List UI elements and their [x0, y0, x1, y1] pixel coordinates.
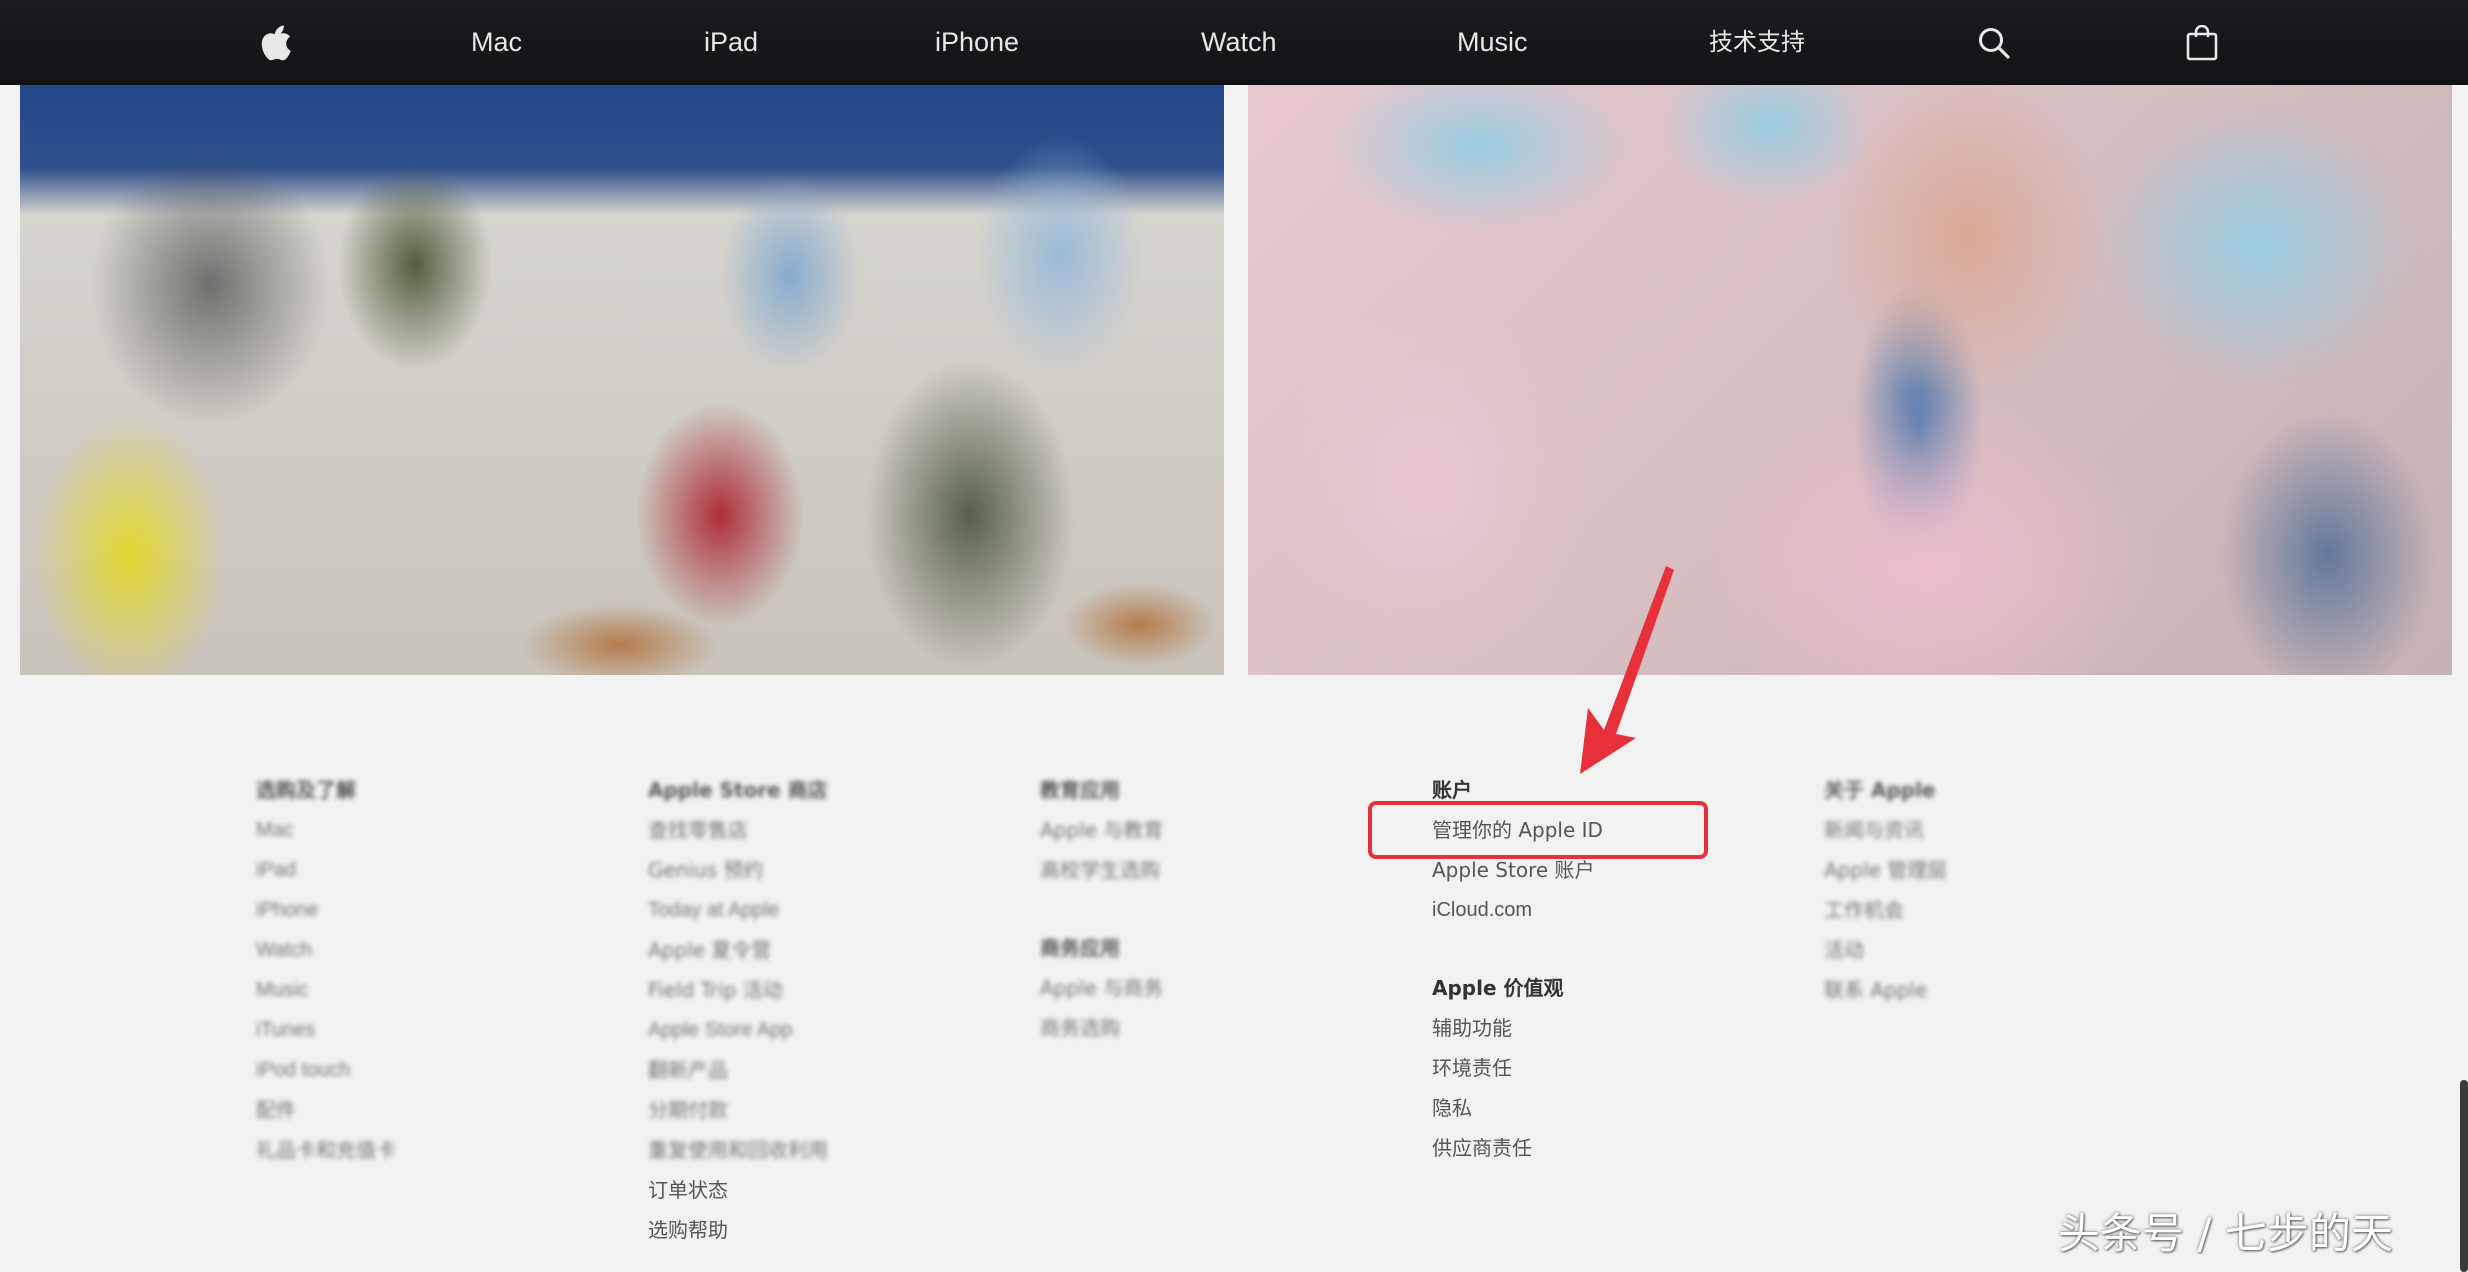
footer-link[interactable]: 重复使用和回收利用 [648, 1130, 828, 1170]
footer-link[interactable]: iPhone [256, 890, 396, 930]
footer-link[interactable]: 选购帮助 [648, 1210, 828, 1250]
footer-link[interactable]: 订单状态 [648, 1170, 828, 1210]
footer-link[interactable]: Music [256, 970, 396, 1010]
highlight-box [1368, 801, 1708, 859]
footer-link[interactable]: Mac [256, 810, 396, 850]
apple-logo-icon[interactable] [258, 0, 292, 85]
red-arrow-icon [1580, 566, 1674, 774]
footer-link[interactable]: 高校学生选购 [1040, 850, 1163, 890]
footer-heading: 选购及了解 [256, 778, 356, 802]
footer-column-education: 教育应用 Apple 与教育 高校学生选购 商务应用 Apple 与商务 商务选… [1040, 770, 1163, 1048]
footer-heading: Apple Store 商店 [648, 778, 828, 802]
shopping-bag-icon[interactable] [2186, 0, 2218, 85]
footer-link[interactable]: 联系 Apple [1824, 970, 1947, 1010]
footer-link[interactable]: 查找零售店 [648, 810, 828, 850]
nav-item-watch[interactable]: Watch [1201, 0, 1277, 85]
footer-link[interactable]: 活动 [1824, 930, 1947, 970]
environment-link[interactable]: 环境责任 [1432, 1048, 1603, 1088]
nav-item-mac[interactable]: Mac [471, 0, 522, 85]
footer-heading: 教育应用 [1040, 778, 1120, 802]
scrollbar-thumb[interactable] [2460, 1080, 2468, 1272]
footer-link[interactable]: Today at Apple [648, 890, 828, 930]
footer-link[interactable]: Apple 与商务 [1040, 968, 1163, 1008]
footer-column-shop: 选购及了解 Mac iPad iPhone Watch Music iTunes… [256, 770, 396, 1170]
supplier-responsibility-link[interactable]: 供应商责任 [1432, 1128, 1603, 1168]
nav-item-iphone[interactable]: iPhone [935, 0, 1019, 85]
accessibility-link[interactable]: 辅助功能 [1432, 1008, 1603, 1048]
global-nav: Mac iPad iPhone Watch Music 技术支持 [0, 0, 2468, 85]
footer-link[interactable]: Apple Store App [648, 1010, 828, 1050]
footer-link[interactable]: 分期付款 [648, 1090, 828, 1130]
footer-link[interactable]: 工作机会 [1824, 890, 1947, 930]
footer-heading: Apple 价值观 [1432, 976, 1564, 1000]
footer-column-apple-store: Apple Store 商店 查找零售店 Genius 预约 Today at … [648, 770, 828, 1250]
footer-link[interactable]: iPod touch [256, 1050, 396, 1090]
promo-image-today-at-apple[interactable] [20, 85, 1224, 675]
footer-heading: 商务应用 [1040, 936, 1120, 960]
footer-link[interactable]: 翻新产品 [648, 1050, 828, 1090]
footer-link[interactable]: iTunes [256, 1010, 396, 1050]
footer-link[interactable]: Field Trip 活动 [648, 970, 828, 1010]
nav-item-support[interactable]: 技术支持 [1709, 0, 1805, 85]
footer-column-about: 关于 Apple 新闻与资讯 Apple 管理层 工作机会 活动 联系 Appl… [1824, 770, 1947, 1010]
footer-link[interactable]: Apple 管理层 [1824, 850, 1947, 890]
footer-link[interactable]: Genius 预约 [648, 850, 828, 890]
footer-link[interactable]: iPad [256, 850, 396, 890]
footer-link[interactable]: Apple 与教育 [1040, 810, 1163, 850]
footer-link[interactable]: 礼品卡和充值卡 [256, 1130, 396, 1170]
footer-link[interactable]: 商务选购 [1040, 1008, 1163, 1048]
privacy-link[interactable]: 隐私 [1432, 1088, 1603, 1128]
search-icon[interactable] [1977, 0, 2011, 85]
watermark: 头条号 / 七步的天 [2058, 1209, 2393, 1258]
nav-item-music[interactable]: Music [1457, 0, 1528, 85]
footer-link[interactable]: Apple 夏令营 [648, 930, 828, 970]
footer-link[interactable]: Watch [256, 930, 396, 970]
footer-heading: 关于 Apple [1824, 778, 1936, 802]
promo-image-supplier-workers[interactable] [1248, 85, 2452, 675]
footer-link[interactable]: 配件 [256, 1090, 396, 1130]
icloud-link[interactable]: iCloud.com [1432, 890, 1603, 930]
nav-item-ipad[interactable]: iPad [704, 0, 758, 85]
footer-link[interactable]: 新闻与资讯 [1824, 810, 1947, 850]
